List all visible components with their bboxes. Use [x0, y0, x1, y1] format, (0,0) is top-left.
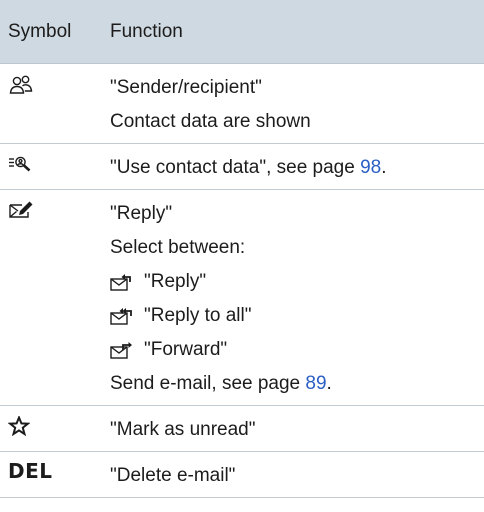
- table-row-reply: "Reply" Select between: "Reply" "Reply t…: [0, 190, 484, 406]
- del-label: DEL: [8, 459, 53, 483]
- symbol-cell: [0, 190, 110, 405]
- table-row-contact: "Use contact data", see page 98.: [0, 144, 484, 190]
- row-title: "Reply": [110, 203, 173, 224]
- row-title: "Sender/recipient": [110, 77, 262, 98]
- row-text: "Mark as unread": [110, 419, 256, 440]
- row-send: Send e-mail, see page 89.: [110, 373, 332, 394]
- people-icon: [9, 75, 33, 94]
- table-row-delete: DEL "Delete e-mail": [0, 452, 484, 498]
- row-select: Select between:: [110, 237, 246, 258]
- magnifier-icon: [9, 156, 31, 172]
- page-link-98[interactable]: 98: [360, 157, 381, 178]
- symbol-cell: [0, 406, 110, 451]
- symbol-cell: DEL: [0, 452, 110, 497]
- forward-option: "Forward": [110, 333, 484, 367]
- header-symbol: Symbol: [8, 20, 72, 42]
- table-row-sender: "Sender/recipient" Contact data are show…: [0, 64, 484, 144]
- symbol-function-table: Symbol Function "Sender/recipient" Conta…: [0, 0, 484, 498]
- envelope-pencil-icon: [9, 201, 33, 218]
- symbol-cell: [0, 144, 110, 189]
- row-description: Contact data are shown: [110, 111, 311, 132]
- header-function: Function: [110, 20, 183, 42]
- row-text: "Delete e-mail": [110, 465, 236, 486]
- page-link-89[interactable]: 89: [305, 373, 326, 394]
- table-row-unread: "Mark as unread": [0, 406, 484, 452]
- reply-all-envelope-icon: [110, 308, 132, 325]
- row-text: "Use contact data", see page 98.: [110, 157, 387, 178]
- reply-envelope-icon: [110, 274, 131, 291]
- symbol-cell: [0, 64, 110, 143]
- reply-option: "Reply": [110, 265, 484, 299]
- reply-all-option: "Reply to all": [110, 299, 484, 333]
- star-icon: [8, 416, 30, 436]
- table-header: Symbol Function: [0, 0, 484, 64]
- forward-envelope-icon: [110, 342, 132, 359]
